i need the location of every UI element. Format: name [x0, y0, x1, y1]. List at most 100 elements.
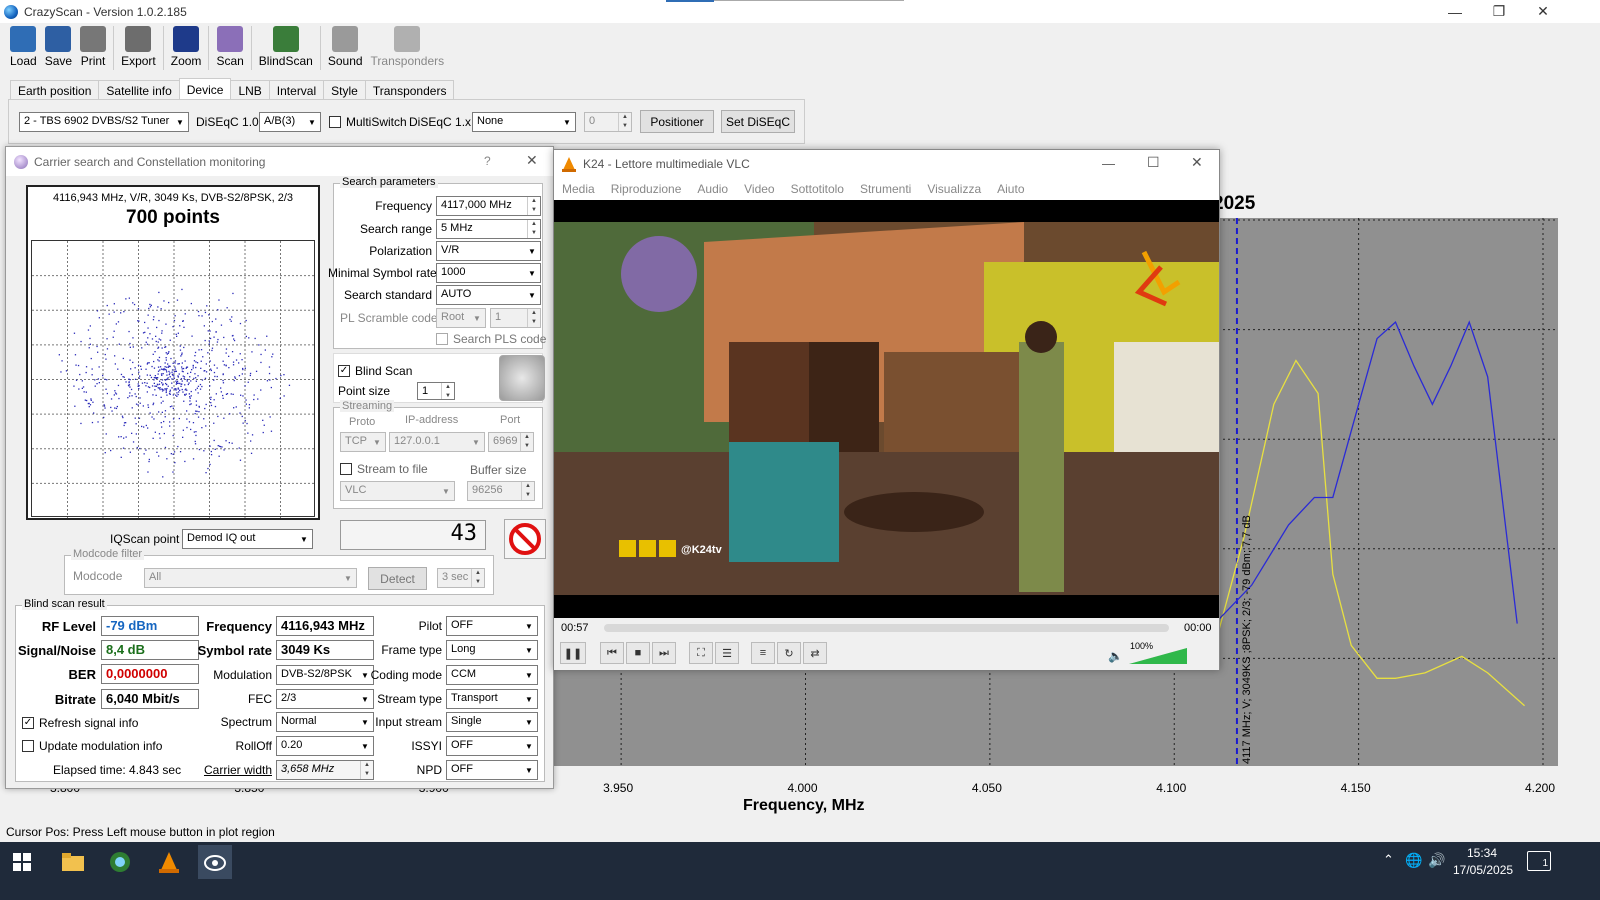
network-icon[interactable]: 🌐 — [1405, 852, 1422, 869]
toolbar-blindscan-button[interactable]: BlindScan — [255, 23, 317, 71]
spin-arrows-icon[interactable]: ▲ ▼ — [520, 433, 533, 451]
stream-to-file-checkbox[interactable]: Stream to file — [340, 462, 428, 476]
checkbox-box[interactable]: ✓ — [338, 365, 350, 377]
previous-button[interactable]: ⏮ — [600, 642, 624, 664]
constellation-plot[interactable] — [31, 240, 316, 518]
shuffle-button[interactable]: ⇄ — [803, 642, 827, 664]
checkbox-box[interactable] — [329, 116, 341, 128]
toolbar-transponders-button[interactable]: Transponders — [367, 23, 449, 71]
windows-start-icon[interactable] — [5, 845, 39, 879]
spin-arrows-icon[interactable]: ▲ ▼ — [521, 482, 534, 500]
checkbox-box[interactable]: ✓ — [22, 717, 34, 729]
search-pls-checkbox[interactable]: Search PLS code — [436, 332, 546, 346]
volume-slider[interactable] — [1129, 646, 1189, 666]
minimize-icon[interactable]: — — [1432, 0, 1478, 23]
spin-arrows-icon[interactable]: ▲ ▼ — [527, 220, 540, 238]
tuner-select[interactable]: 2 - TBS 6902 DVBS/S2 Tuner 0 ▼ — [19, 112, 189, 132]
tab-earth-position[interactable]: Earth position — [10, 80, 100, 100]
toolbar-load-button[interactable]: Load — [6, 23, 41, 71]
toolbar-scan-button[interactable]: Scan — [212, 23, 247, 71]
frame-select[interactable]: Long ▼ — [446, 640, 538, 660]
pls-code-input[interactable]: 1 ▲ ▼ — [490, 308, 541, 328]
search-std-select[interactable]: AUTO ▼ — [436, 285, 541, 305]
crazyscan-taskbar-icon[interactable] — [198, 845, 232, 879]
tab-style[interactable]: Style — [323, 80, 366, 100]
toolbar-print-button[interactable]: Print — [76, 23, 110, 71]
vlc-menu-strumenti[interactable]: Strumenti — [860, 182, 911, 196]
tab-transponders[interactable]: Transponders — [364, 80, 455, 100]
vlc-seek-bar[interactable] — [604, 624, 1169, 632]
refresh-checkbox[interactable]: ✓ Refresh signal info — [22, 716, 138, 730]
maximize-icon[interactable]: ☐ — [1147, 154, 1160, 171]
diseqc10-select[interactable]: A/B(3) ▼ — [259, 112, 321, 132]
spin-arrows-icon[interactable]: ▲ ▼ — [441, 383, 454, 399]
point-size-input[interactable]: 1 ▲ ▼ — [417, 382, 455, 400]
browser-icon[interactable] — [103, 845, 137, 879]
vlc-menu-aiuto[interactable]: Aiuto — [997, 182, 1024, 196]
tab-lnb[interactable]: LNB — [230, 80, 270, 100]
update-mod-checkbox[interactable]: Update modulation info — [22, 739, 162, 753]
proto-select[interactable]: TCP ▼ — [340, 432, 386, 452]
tab-device[interactable]: Device — [178, 78, 232, 100]
buffer-input[interactable]: 96256 ▲ ▼ — [467, 481, 535, 501]
loop-button[interactable]: ↻ — [777, 642, 801, 664]
file-explorer-icon[interactable] — [56, 845, 90, 879]
help-icon[interactable]: ? — [484, 154, 491, 168]
spectrum-select[interactable]: Normal ▼ — [276, 712, 374, 732]
playlist-button[interactable]: ≡ — [751, 642, 775, 664]
rolloff-select[interactable]: 0.20 ▼ — [276, 736, 374, 756]
stop-playback-button[interactable]: ■ — [626, 642, 650, 664]
vlc-menu-riproduzione[interactable]: Riproduzione — [611, 182, 682, 196]
vlc-menu-audio[interactable]: Audio — [697, 182, 728, 196]
coding-select[interactable]: CCM ▼ — [446, 665, 538, 685]
fullscreen-button[interactable]: ⛶ — [689, 642, 713, 664]
issyi-select[interactable]: OFF ▼ — [446, 736, 538, 756]
spin-arrows-icon[interactable]: ▲ ▼ — [527, 197, 540, 215]
carrier-width-link[interactable]: Carrier width — [192, 763, 272, 777]
tab-interval[interactable]: Interval — [268, 80, 325, 100]
polarization-select[interactable]: V/R ▼ — [436, 241, 541, 261]
tab-satellite-info[interactable]: Satellite info — [98, 80, 180, 100]
checkbox-box[interactable] — [22, 740, 34, 752]
blindscan-start-icon[interactable] — [499, 355, 545, 401]
toolbar-export-button[interactable]: Export — [117, 23, 160, 71]
notification-icon[interactable]: 1 — [1527, 851, 1551, 871]
toolbar-zoom-button[interactable]: Zoom — [167, 23, 206, 71]
port-input[interactable]: 6969 ▲ ▼ — [488, 432, 534, 452]
file-player-select[interactable]: VLC ▼ — [340, 481, 455, 501]
vlc-video-area[interactable]: @K24tv — [554, 200, 1219, 618]
pls-mode-select[interactable]: Root ▼ — [436, 308, 486, 328]
modcode-select[interactable]: All ▼ — [144, 568, 357, 588]
vlc-menu-sottotitolo[interactable]: Sottotitolo — [791, 182, 844, 196]
minimize-icon[interactable]: — — [1102, 156, 1115, 171]
volume-tray-icon[interactable]: 🔊 — [1428, 852, 1445, 869]
close-icon[interactable]: ✕ — [1191, 154, 1203, 171]
multiswitch-checkbox[interactable]: MultiSwitch — [329, 115, 407, 129]
checkbox-box[interactable] — [436, 333, 448, 345]
vlc-menu-video[interactable]: Video — [744, 182, 774, 196]
diseqc1x-select[interactable]: None ▼ — [472, 112, 576, 132]
close-icon[interactable]: ✕ — [526, 152, 538, 169]
fec-select[interactable]: 2/3 ▼ — [276, 689, 374, 709]
pause-button[interactable]: ❚❚ — [560, 642, 586, 664]
stop-button[interactable] — [504, 519, 546, 559]
diseqc1x-number[interactable]: 0 ▲ ▼ — [584, 112, 632, 132]
search-range-input[interactable]: 5 MHz ▲ ▼ — [436, 219, 541, 239]
toolbar-save-button[interactable]: Save — [41, 23, 76, 71]
npd-select[interactable]: OFF ▼ — [446, 760, 538, 780]
stream-type-select[interactable]: Transport ▼ — [446, 689, 538, 709]
vlc-menu-media[interactable]: Media — [562, 182, 595, 196]
vlc-taskbar-icon[interactable] — [152, 845, 186, 879]
iq-select[interactable]: Demod IQ out ▼ — [182, 529, 313, 549]
toolbar-sound-button[interactable]: Sound — [324, 23, 367, 71]
checkbox-box[interactable] — [340, 463, 352, 475]
frequency-input[interactable]: 4117,000 MHz ▲ ▼ — [436, 196, 541, 216]
set-diseqc-button[interactable]: Set DiSEqC — [721, 110, 795, 133]
restore-icon[interactable]: ❐ — [1476, 0, 1522, 23]
tray-chevron-up-icon[interactable]: ⌃ — [1383, 852, 1394, 868]
spin-arrows-icon[interactable]: ▲ ▼ — [618, 113, 631, 131]
vlc-menu-visualizza[interactable]: Visualizza — [927, 182, 981, 196]
min-sr-select[interactable]: 1000 ▼ — [436, 263, 541, 283]
ip-select[interactable]: 127.0.0.1 ▼ — [389, 432, 485, 452]
modulation-select[interactable]: DVB-S2/8PSK ▼ — [276, 665, 374, 685]
